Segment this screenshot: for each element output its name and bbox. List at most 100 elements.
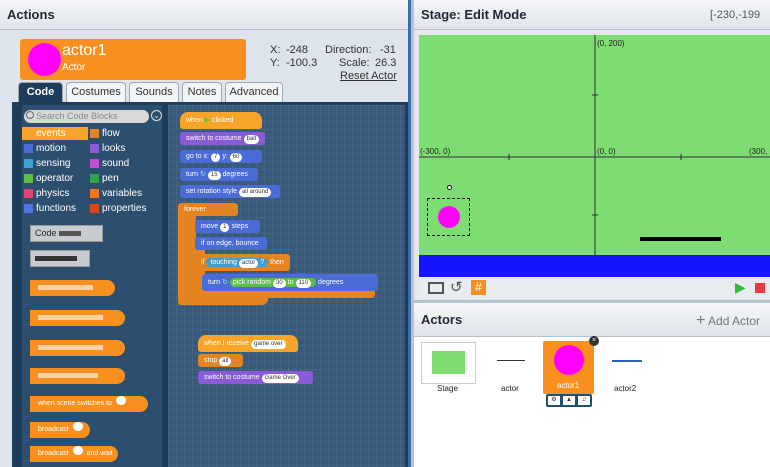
actor1-thumbnail-selected[interactable]: actor1 [543, 341, 594, 394]
forever-block[interactable]: forever [178, 203, 238, 216]
category-functions[interactable]: functions [22, 202, 76, 215]
turn-block[interactable]: turn ↻ 15 degrees [180, 168, 258, 181]
bounce-block[interactable]: if on edge, bounce [195, 237, 267, 250]
palette-when-key-pressed[interactable] [30, 340, 125, 356]
message-input[interactable]: game over [251, 340, 286, 349]
category-label: events [36, 128, 66, 139]
go-to-block[interactable]: go to x: 7 y: 60 [180, 150, 262, 163]
palette-when-occurs[interactable] [30, 310, 125, 326]
physics-swatch-icon [24, 189, 33, 198]
random-max-input[interactable]: 110 [295, 279, 312, 288]
broadcast-wait-input[interactable] [72, 446, 83, 455]
category-variables[interactable]: variables [88, 187, 142, 200]
code-note-block[interactable]: Code [30, 225, 103, 242]
reset-icon[interactable]: ↺ [450, 278, 463, 296]
y-input[interactable]: 60 [229, 153, 243, 162]
actor-type: Actor [62, 62, 86, 73]
category-events[interactable]: events [22, 127, 88, 140]
category-sound[interactable]: sound [88, 157, 129, 170]
actor-info-card[interactable]: actor1 Actor [20, 39, 246, 80]
rotation-style-input[interactable]: all around [238, 188, 272, 197]
touching-condition[interactable]: touching actor? [206, 258, 269, 268]
x-value: -248 [286, 44, 309, 56]
search-input[interactable]: Search Code Blocks [24, 110, 149, 123]
tab-notes[interactable]: Notes [182, 82, 222, 102]
tab-advanced[interactable]: Advanced [225, 82, 283, 102]
palette-broadcast[interactable]: broadcast [30, 422, 90, 438]
rotation-style-block[interactable]: set rotation style all around [180, 185, 280, 198]
code-icon[interactable]: ⚙ [548, 396, 560, 405]
actor-name[interactable]: actor1 [62, 42, 106, 60]
fullscreen-icon[interactable] [428, 282, 444, 294]
stop-input[interactable]: all [219, 357, 232, 366]
scribble-icon [59, 231, 82, 237]
stop-block[interactable]: stop all [198, 354, 243, 367]
paddle-sprite[interactable] [640, 237, 721, 241]
category-label: variables [102, 188, 143, 199]
motion-swatch-icon [24, 144, 33, 153]
actor2-thumbnail[interactable] [603, 342, 651, 380]
axis-label-top: (0, 200) [597, 39, 625, 48]
ball-sprite[interactable] [438, 206, 460, 228]
comment-block[interactable] [30, 250, 90, 267]
category-properties[interactable]: properties [88, 202, 146, 215]
tab-code[interactable]: Code [18, 82, 63, 103]
scribble-icon [35, 256, 77, 261]
stage-canvas[interactable]: (0, 200) (-300, 0) (0, 0) (300, [419, 35, 770, 255]
pick-random-operator[interactable]: pick random 30 to 110 [229, 278, 317, 288]
chevron-down-icon[interactable]: ⌄ [151, 110, 162, 121]
block-text: go to x: [186, 153, 209, 160]
scribble-icon [38, 314, 103, 320]
palette-when-actor-clicked[interactable] [30, 368, 125, 384]
close-icon[interactable]: × [589, 336, 599, 346]
rotate-handle[interactable] [447, 185, 452, 190]
when-clicked-hat[interactable]: when ▶ clicked [180, 112, 262, 129]
block-text: then [270, 259, 284, 266]
category-motion[interactable]: motion [22, 142, 66, 155]
palette-broadcast-and-wait[interactable]: broadcast and wait [30, 446, 118, 462]
degrees-input[interactable]: 15 [207, 171, 221, 180]
if-block[interactable]: if touching actor? then [195, 254, 290, 271]
palette-when-scene-switches[interactable]: when scene switches to [30, 396, 148, 412]
block-text: switch to costume [204, 374, 260, 381]
play-icon[interactable]: ▶ [735, 279, 746, 296]
tab-sounds[interactable]: Sounds [129, 82, 179, 102]
category-pen[interactable]: pen [88, 172, 119, 185]
scribble-icon [38, 344, 103, 350]
add-actor-button[interactable]: + Add Actor [696, 312, 760, 330]
rotate-icon: ↻ [200, 171, 206, 178]
costume-input[interactable]: Game Over [261, 374, 299, 383]
green-flag-icon: ▶ [204, 117, 211, 124]
stop-icon[interactable] [755, 283, 765, 293]
scene-input[interactable] [115, 396, 126, 405]
reset-actor-link[interactable]: Reset Actor [340, 70, 397, 82]
category-looks[interactable]: looks [88, 142, 125, 155]
switch-costume-block[interactable]: switch to costume ball [180, 132, 265, 145]
category-operator[interactable]: operator [22, 172, 73, 185]
move-block[interactable]: move 1 steps [195, 220, 260, 233]
costume-icon[interactable]: ▲ [563, 396, 575, 405]
palette-when-clicked[interactable] [30, 280, 115, 296]
when-receive-hat[interactable]: when I receive game over [198, 335, 298, 352]
sound-icon[interactable]: ♫ [578, 396, 590, 405]
pen-swatch-icon [90, 174, 99, 183]
touching-target-input[interactable]: actor [238, 259, 259, 268]
tab-costumes[interactable]: Costumes [66, 82, 126, 102]
block-text: switch to costume [186, 135, 242, 142]
costume-input[interactable]: ball [243, 135, 259, 144]
x-input[interactable]: 7 [210, 153, 221, 162]
random-min-input[interactable]: 30 [272, 279, 286, 288]
switch-costume-block[interactable]: switch to costume Game Over [198, 371, 313, 384]
category-physics[interactable]: physics [22, 187, 69, 200]
turn-random-block[interactable]: turn ↻ pick random 30 to 110 degrees [202, 274, 378, 291]
block-text: steps [231, 223, 249, 230]
block-text: and wait [86, 450, 113, 457]
category-flow[interactable]: flow [88, 127, 120, 140]
category-sensing[interactable]: sensing [22, 157, 70, 170]
block-text: broadcast [38, 426, 69, 433]
actor-thumbnail[interactable] [488, 342, 536, 380]
grid-icon[interactable]: # [471, 280, 486, 295]
stage-thumbnail[interactable] [421, 342, 476, 384]
steps-input[interactable]: 1 [220, 223, 230, 232]
broadcast-input[interactable] [72, 422, 83, 431]
